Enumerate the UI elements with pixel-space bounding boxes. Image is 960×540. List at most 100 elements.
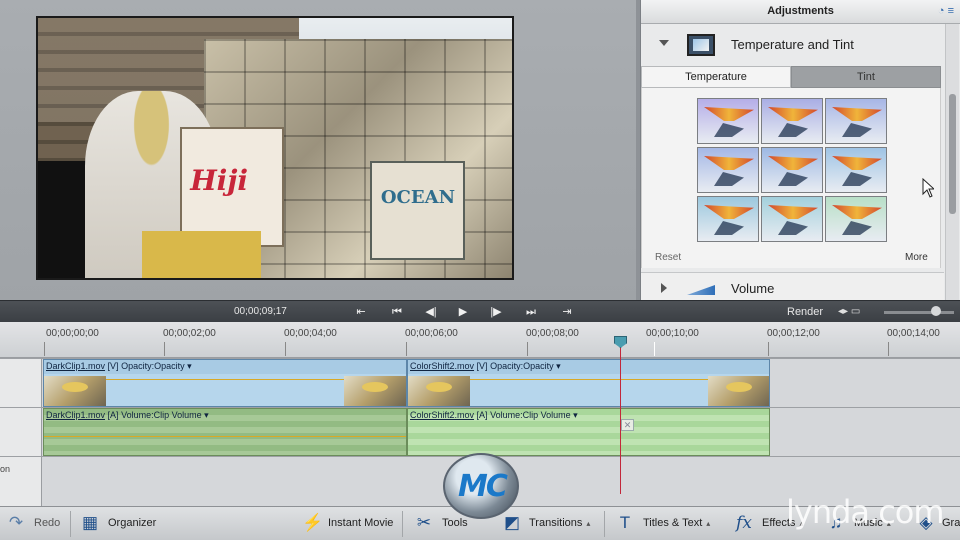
transport-bar: 00;00;09;17 ⇤ ⏮ ◀| ▶ |▶ ⏭ ⇥ Render ◂▸ ▭ (0, 300, 960, 322)
volume-wedge-icon (687, 285, 715, 295)
go-to-start-button[interactable]: ⇤ (353, 305, 369, 319)
zoom-slider-knob[interactable] (931, 306, 941, 316)
adjustments-header: Adjustments ◔ ≡ (641, 0, 960, 24)
time-ruler[interactable]: 00;00;00;00 00;00;02;00 00;00;04;00 00;0… (0, 322, 960, 358)
effects-icon: fx (736, 513, 752, 533)
step-forward-button[interactable]: |▶ (488, 305, 504, 319)
effect-label-volume: Volume (731, 281, 775, 296)
instant-movie-icon: ⚡ (302, 513, 324, 532)
clip-frame-thumbnail (344, 376, 406, 406)
playhead-line (620, 337, 621, 494)
mouse-cursor-icon (922, 178, 934, 198)
ruler-label: 00;00;06;00 (405, 328, 458, 339)
tab-temperature[interactable]: Temperature (641, 66, 791, 88)
graphics-button[interactable]: Gra (942, 517, 960, 529)
organizer-icon: ▦ (81, 513, 99, 532)
audio-clip-darkclip1[interactable]: DarkClip1.mov [A] Volume:Clip Volume ▾ (43, 408, 407, 456)
chevron-down-icon[interactable] (659, 40, 669, 46)
clip-frame-thumbnail (408, 376, 470, 406)
preset-thumbnail[interactable] (697, 147, 759, 193)
organizer-button[interactable]: Organizer (108, 517, 156, 529)
adjustments-panel: Adjustments ◔ ≡ Temperature and Tint Tem… (640, 0, 960, 300)
track-name-fragment: on (0, 464, 11, 474)
adjustments-title: Adjustments (767, 5, 834, 17)
video-clip-colorshift2[interactable]: ColorShift2.mov [V] Opacity:Opacity ▾ (407, 359, 770, 407)
ruler-label: 00;00;08;00 (526, 328, 579, 339)
video-clip-darkclip1[interactable]: DarkClip1.mov [V] Opacity:Opacity ▾ (43, 359, 407, 407)
clip-marker-icon[interactable]: ✕ (621, 419, 634, 431)
preview-box-ocean: OCEAN (369, 161, 465, 260)
clip-effect-dropdown[interactable]: Opacity:Opacity (121, 361, 185, 371)
preview-bananas (142, 231, 261, 278)
clip-name: DarkClip1.mov (46, 361, 106, 371)
preset-thumbnail[interactable] (825, 196, 887, 242)
previous-edit-button[interactable]: ⏮ (389, 305, 405, 319)
ruler-label: 00;00;14;00 (887, 328, 940, 339)
step-back-button[interactable]: ◀| (423, 305, 439, 319)
render-button[interactable]: Render (787, 306, 823, 318)
clip-name: ColorShift2.mov (410, 361, 475, 371)
preset-thumbnail[interactable] (761, 147, 823, 193)
scrollbar-thumb[interactable] (949, 94, 956, 214)
lynda-watermark: lynda.com (786, 493, 945, 531)
tools-button[interactable]: Tools (442, 517, 468, 529)
current-timecode[interactable]: 00;00;09;17 (234, 306, 287, 317)
preset-thumbnail-grid (641, 88, 941, 268)
track-header-gutter: on (0, 358, 42, 506)
volume-rubberband[interactable] (44, 436, 406, 437)
film-effect-icon (687, 34, 715, 56)
clip-name: ColorShift2.mov (410, 410, 475, 420)
redo-button[interactable]: Redo (34, 517, 60, 529)
chevron-right-icon[interactable] (661, 283, 667, 293)
go-to-end-button[interactable]: ⇥ (559, 305, 575, 319)
effect-row-temperature-tint[interactable]: Temperature and Tint (641, 26, 944, 64)
effect-tabs: Temperature Tint (641, 66, 941, 88)
monitor-panel: Hiji OCEAN (0, 0, 636, 300)
watermark-badge-logo: MC (443, 453, 519, 519)
reset-link[interactable]: Reset (655, 252, 681, 263)
zoom-slider[interactable] (884, 311, 954, 314)
tab-tint[interactable]: Tint (791, 66, 941, 88)
clip-frame-thumbnail (44, 376, 106, 406)
preset-thumbnail[interactable] (761, 98, 823, 144)
ruler-label: 00;00;02;00 (163, 328, 216, 339)
fit-zoom-icon[interactable]: ◂▸ ▭ (838, 306, 860, 317)
ruler-label: 00;00;04;00 (284, 328, 337, 339)
play-button[interactable]: ▶ (455, 305, 471, 319)
transitions-label: Transitions (529, 517, 583, 529)
tools-icon: ✂ (416, 513, 432, 532)
preset-thumbnail[interactable] (825, 147, 887, 193)
transitions-icon: ◩ (503, 513, 521, 532)
badge-text: MC (458, 469, 508, 504)
clip-kind: [A] (107, 410, 119, 420)
next-edit-button[interactable]: ⏭ (523, 305, 539, 319)
video-preview[interactable]: Hiji OCEAN (36, 16, 514, 280)
preset-thumbnail[interactable] (825, 98, 887, 144)
more-link[interactable]: More (905, 252, 928, 263)
clip-frame-thumbnail (708, 376, 769, 406)
preset-thumbnail[interactable] (697, 196, 759, 242)
transitions-button[interactable]: Transitions ▴ (529, 517, 590, 529)
preset-thumbnail[interactable] (761, 196, 823, 242)
clip-name: DarkClip1.mov (46, 410, 106, 420)
effect-row-volume[interactable]: Volume (641, 272, 944, 300)
clip-kind: [A] (476, 410, 488, 420)
titles-label: Titles & Text (643, 517, 703, 529)
ruler-label: 00;00;00;00 (46, 328, 99, 339)
effect-label: Temperature and Tint (731, 37, 854, 52)
adjustments-scrollbar[interactable] (945, 24, 959, 300)
audio-clip-colorshift2[interactable]: ColorShift2.mov [A] Volume:Clip Volume ▾ (407, 408, 770, 456)
clip-effect-dropdown[interactable]: Volume:Clip Volume (121, 410, 202, 420)
panel-menu-icon[interactable]: ◔ ≡ (938, 5, 954, 17)
clip-kind: [V] (107, 361, 119, 371)
ruler-label: 00;00;10;00 (646, 328, 699, 339)
preview-box-hiji: Hiji (180, 127, 285, 247)
redo-icon: ↷ (8, 513, 24, 532)
titles-text-button[interactable]: Titles & Text ▴ (643, 517, 710, 529)
clip-effect-dropdown[interactable]: Opacity:Opacity (490, 361, 554, 371)
clip-effect-dropdown[interactable]: Volume:Clip Volume (490, 410, 571, 420)
instant-movie-button[interactable]: Instant Movie (328, 517, 393, 529)
preset-thumbnail[interactable] (697, 98, 759, 144)
ruler-label: 00;00;12;00 (767, 328, 820, 339)
titles-icon: T (619, 513, 631, 532)
